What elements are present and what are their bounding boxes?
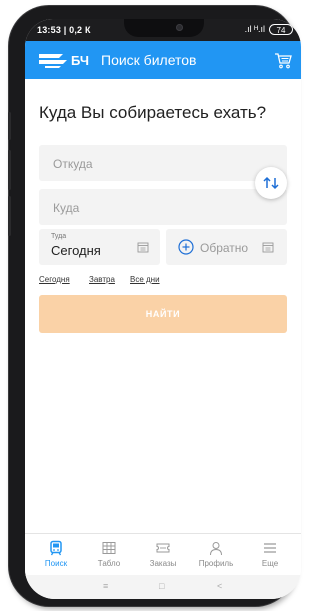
bottom-nav: Поиск Табло Заказы Профиль Еще: [25, 533, 301, 576]
quick-date-all-days[interactable]: Все дни: [130, 275, 160, 284]
return-date-field[interactable]: Обратно: [166, 229, 287, 265]
nav-board[interactable]: Табло: [86, 540, 132, 568]
brand-name: БЧ: [71, 53, 89, 68]
quick-date-today[interactable]: Сегодня: [39, 275, 70, 284]
nav-board-label: Табло: [97, 559, 121, 568]
board-icon: [102, 542, 116, 554]
bch-logo-icon: [39, 54, 67, 68]
system-back-button[interactable]: <: [217, 581, 222, 591]
status-time: 13:53 | 0,2 К: [37, 25, 91, 35]
ticket-icon: [156, 543, 170, 553]
status-bar: 13:53 | 0,2 К .ıl ᴴ.ıl 74: [25, 19, 301, 41]
calendar-icon: [262, 242, 274, 253]
calendar-icon: [137, 242, 149, 253]
camera-notch: [124, 19, 204, 37]
system-menu-button[interactable]: ≡: [103, 581, 108, 591]
swap-button[interactable]: [255, 167, 287, 199]
nav-more-label: Еще: [261, 559, 279, 568]
to-placeholder: Куда: [53, 201, 80, 215]
swap-arrows-icon: [263, 176, 279, 190]
nav-search-label: Поиск: [44, 559, 68, 568]
app-header: БЧ Поиск билетов: [25, 41, 301, 79]
departure-date-label: Туда: [51, 233, 67, 240]
nav-search[interactable]: Поиск: [33, 540, 79, 568]
search-button[interactable]: НАЙТИ: [39, 295, 287, 333]
system-home-button[interactable]: □: [159, 581, 164, 591]
nav-profile[interactable]: Профиль: [193, 540, 239, 568]
page-title: Поиск билетов: [101, 52, 197, 68]
nav-orders[interactable]: Заказы: [140, 540, 186, 568]
nav-more[interactable]: Еще: [247, 540, 293, 568]
camera-icon: [176, 24, 183, 31]
from-field[interactable]: Откуда: [39, 145, 287, 181]
from-placeholder: Откуда: [53, 157, 93, 171]
return-date-label: Обратно: [200, 241, 249, 255]
signal-icon: .ıl ᴴ.ıl: [244, 24, 265, 34]
train-icon: [50, 540, 62, 556]
departure-date-field[interactable]: Туда Сегодня: [39, 229, 160, 265]
phone-side-button: [8, 150, 11, 190]
form-heading: Куда Вы собираетесь ехать?: [39, 103, 267, 122]
departure-date-value: Сегодня: [51, 243, 101, 258]
phone-side-button: [8, 112, 11, 140]
quick-date-tomorrow[interactable]: Завтра: [89, 275, 115, 284]
nav-orders-label: Заказы: [149, 559, 177, 568]
cart-icon[interactable]: [273, 50, 293, 70]
profile-icon: [210, 542, 222, 556]
phone-side-button: [8, 196, 11, 236]
to-field[interactable]: Куда: [39, 189, 287, 225]
system-nav-bar: ≡ □ <: [25, 575, 301, 599]
menu-icon: [264, 543, 276, 553]
nav-profile-label: Профиль: [198, 559, 234, 568]
phone-screen: 13:53 | 0,2 К .ıl ᴴ.ıl 74 БЧ Поиск билет…: [25, 19, 301, 599]
battery-icon: 74: [269, 24, 293, 35]
add-return-icon: [178, 239, 194, 255]
